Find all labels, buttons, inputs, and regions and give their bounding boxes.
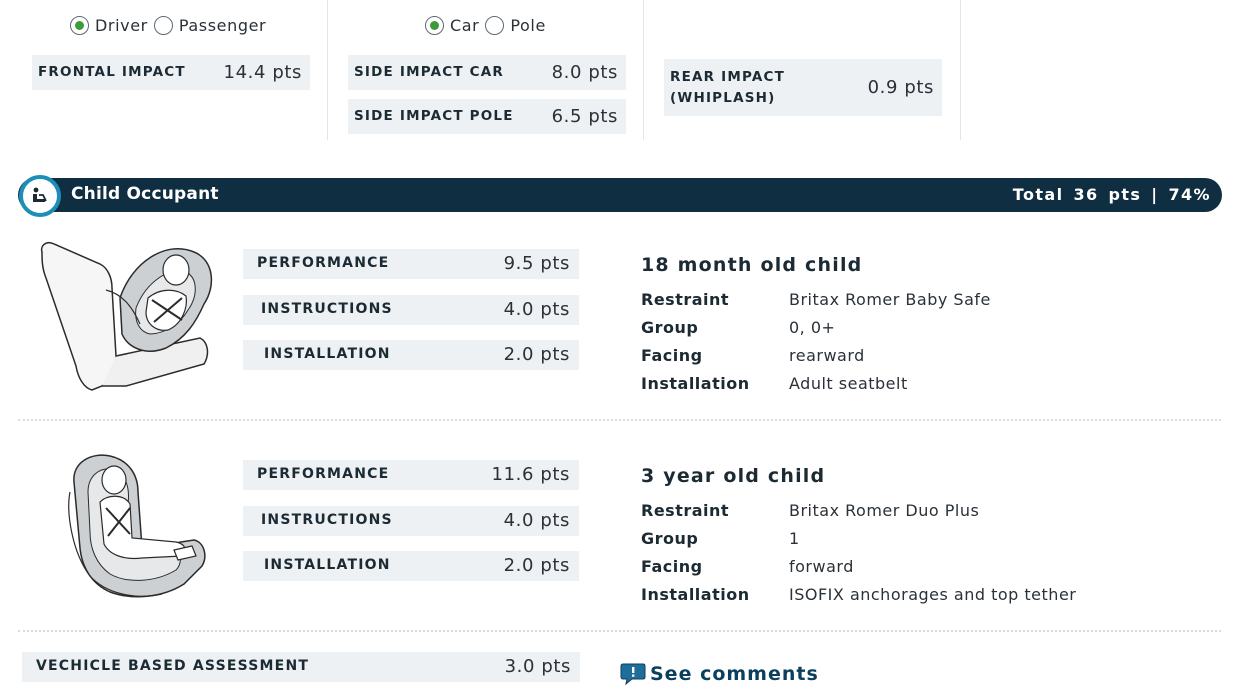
- child2-instructions-value: 4.0 pts: [503, 510, 570, 531]
- row-divider: [18, 630, 1221, 632]
- radio-passenger[interactable]: [153, 16, 173, 35]
- frontal-radio-group: Driver Passenger: [70, 16, 272, 35]
- child2-installation-label: INSTALLATION: [264, 557, 391, 573]
- info-key: Facing: [641, 346, 703, 365]
- side-impact-car-label: SIDE IMPACT CAR: [354, 64, 505, 80]
- child1-title: 18 month old child: [641, 254, 863, 276]
- child1-instructions-value: 4.0 pts: [503, 299, 570, 320]
- frontal-impact-score: FRONTAL IMPACT 14.4 pts: [32, 55, 310, 90]
- radio-driver-label: Driver: [95, 16, 148, 35]
- side-impact-pole-label: SIDE IMPACT POLE: [354, 108, 514, 124]
- side-impact-pole-value: 6.5 pts: [551, 106, 618, 127]
- section-total: Total 36 pts | 74%: [1012, 185, 1211, 204]
- rear-impact-label-line1: REAR IMPACT: [670, 68, 786, 85]
- info-value: Britax Romer Baby Safe: [789, 290, 991, 309]
- child-seat-illustration: [68, 454, 206, 598]
- column-divider: [960, 0, 961, 140]
- info-key: Facing: [641, 557, 703, 576]
- child1-installation-label: INSTALLATION: [264, 346, 391, 362]
- child2-instructions-label: INSTRUCTIONS: [261, 512, 393, 528]
- radio-driver[interactable]: [70, 16, 89, 35]
- frontal-impact-label: FRONTAL IMPACT: [38, 64, 186, 80]
- child1-instructions-label: INSTRUCTIONS: [261, 301, 393, 317]
- child2-installation-score: INSTALLATION 2.0 pts: [243, 551, 579, 581]
- see-comments-link[interactable]: See comments: [620, 662, 819, 686]
- child1-performance-value: 9.5 pts: [503, 253, 570, 274]
- info-key: Group: [641, 529, 699, 548]
- radio-car-label: Car: [450, 16, 480, 35]
- info-key: Installation: [641, 374, 750, 393]
- info-value: forward: [789, 557, 854, 576]
- child2-performance-label: PERFORMANCE: [257, 466, 390, 482]
- rear-impact-value: 0.9 pts: [867, 77, 934, 98]
- info-value: 0, 0+: [789, 318, 836, 337]
- frontal-impact-value: 14.4 pts: [223, 62, 302, 83]
- column-divider: [643, 0, 644, 140]
- side-impact-car-score: SIDE IMPACT CAR 8.0 pts: [348, 55, 626, 90]
- child-seat-icon: [19, 175, 61, 217]
- vehicle-assessment-label: VECHICLE BASED ASSESSMENT: [36, 658, 310, 674]
- child1-instructions-score: INSTRUCTIONS 4.0 pts: [243, 295, 579, 325]
- child2-performance-value: 11.6 pts: [491, 464, 570, 485]
- info-key: Installation: [641, 585, 750, 604]
- child1-performance-score: PERFORMANCE 9.5 pts: [243, 249, 579, 279]
- info-value: rearward: [789, 346, 865, 365]
- info-value: 1: [789, 529, 800, 548]
- row-divider: [18, 419, 1221, 421]
- rear-impact-label-line2: (WHIPLASH): [670, 89, 776, 106]
- child2-instructions-score: INSTRUCTIONS 4.0 pts: [243, 506, 579, 536]
- comment-bubble-icon: [620, 663, 646, 686]
- info-value: Adult seatbelt: [789, 374, 908, 393]
- rear-impact-score: REAR IMPACT (WHIPLASH) 0.9 pts: [664, 59, 942, 116]
- radio-pole[interactable]: [485, 16, 505, 35]
- vehicle-assessment-value: 3.0 pts: [504, 656, 571, 677]
- child2-performance-score: PERFORMANCE 11.6 pts: [243, 460, 579, 490]
- child2-installation-value: 2.0 pts: [503, 555, 570, 576]
- info-value: Britax Romer Duo Plus: [789, 501, 980, 520]
- child1-performance-label: PERFORMANCE: [257, 255, 390, 271]
- info-key: Group: [641, 318, 699, 337]
- column-divider: [327, 0, 328, 140]
- child1-installation-score: INSTALLATION 2.0 pts: [243, 340, 579, 370]
- side-impact-pole-score: SIDE IMPACT POLE 6.5 pts: [348, 99, 626, 134]
- radio-car[interactable]: [425, 16, 444, 35]
- side-impact-car-value: 8.0 pts: [551, 62, 618, 83]
- child2-title: 3 year old child: [641, 465, 826, 487]
- rear-impact-label: REAR IMPACT (WHIPLASH): [670, 67, 785, 109]
- info-key: Restraint: [641, 501, 730, 520]
- info-value: ISOFIX anchorages and top tether: [789, 585, 1077, 604]
- infant-carrier-illustration: [40, 241, 213, 391]
- info-key: Restraint: [641, 290, 730, 309]
- section-title: Child Occupant: [71, 184, 219, 204]
- radio-passenger-label: Passenger: [178, 16, 267, 35]
- side-radio-group: Car Pole: [425, 16, 552, 35]
- vehicle-assessment-score: VECHICLE BASED ASSESSMENT 3.0 pts: [22, 652, 580, 682]
- radio-pole-label: Pole: [510, 16, 546, 35]
- child1-installation-value: 2.0 pts: [503, 344, 570, 365]
- see-comments-label: See comments: [650, 663, 819, 685]
